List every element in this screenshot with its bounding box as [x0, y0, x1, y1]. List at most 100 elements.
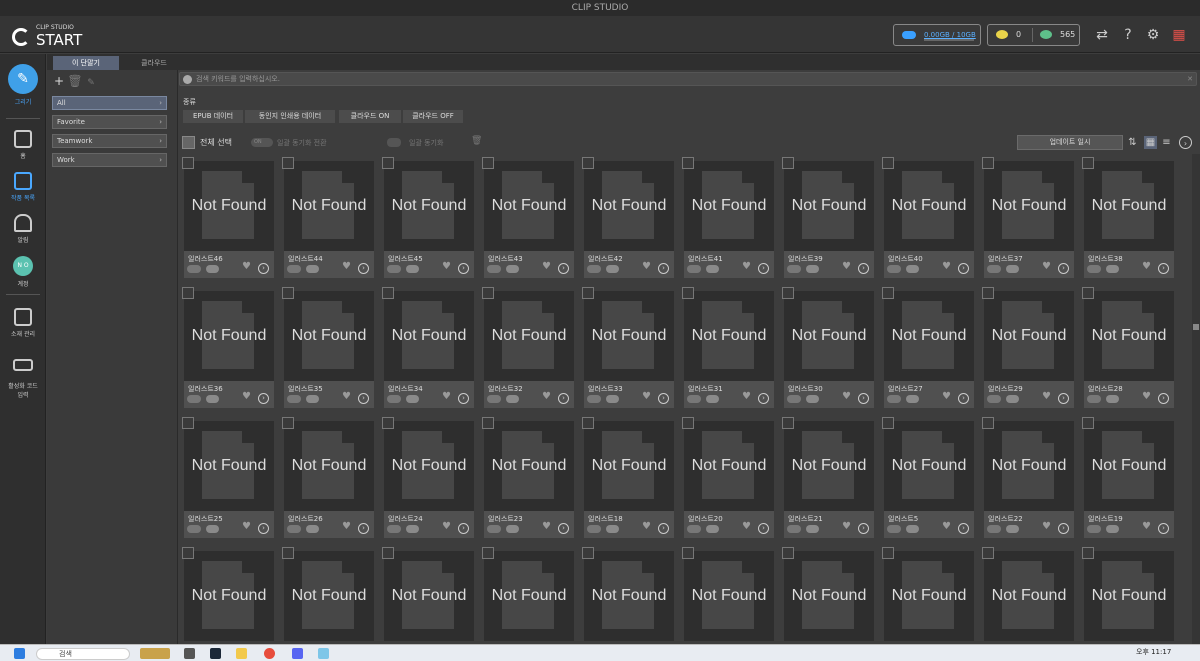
cloud-icon[interactable]: [406, 525, 419, 533]
artwork-card[interactable]: Not Found 일러스트45 ♥ ›: [379, 154, 474, 278]
chevron-right-icon[interactable]: ›: [958, 393, 969, 404]
artwork-thumbnail[interactable]: Not Found: [284, 421, 374, 511]
artwork-checkbox[interactable]: [382, 157, 394, 169]
artwork-card[interactable]: Not Found 일러스트24 ♥ ›: [379, 414, 474, 538]
cloud-icon[interactable]: [606, 395, 619, 403]
cloud-sync-toggle[interactable]: [387, 525, 401, 533]
artwork-checkbox[interactable]: [1082, 417, 1094, 429]
heart-icon[interactable]: ♥: [742, 261, 751, 272]
heart-icon[interactable]: ♥: [342, 391, 351, 402]
folder-item[interactable]: Teamwork ›: [52, 134, 167, 148]
artwork-card[interactable]: Not Found 일러스트32 ♥ ›: [479, 284, 574, 408]
chevron-right-icon[interactable]: ›: [858, 263, 869, 274]
artwork-thumbnail[interactable]: Not Found: [684, 421, 774, 511]
heart-icon[interactable]: ♥: [542, 521, 551, 532]
cloud-sync-toggle[interactable]: [587, 395, 601, 403]
chevron-right-icon[interactable]: ›: [258, 393, 269, 404]
artwork-thumbnail[interactable]: Not Found: [1084, 291, 1174, 381]
chevron-right-icon[interactable]: ›: [1179, 136, 1192, 149]
artwork-card[interactable]: Not Found: [579, 544, 674, 644]
artwork-checkbox[interactable]: [682, 157, 694, 169]
artwork-checkbox[interactable]: [1082, 287, 1094, 299]
heart-icon[interactable]: ♥: [642, 521, 651, 532]
cloud-sync-toggle[interactable]: [887, 525, 901, 533]
heart-icon[interactable]: ♥: [942, 391, 951, 402]
artwork-thumbnail[interactable]: Not Found: [584, 421, 674, 511]
chevron-right-icon[interactable]: ›: [258, 523, 269, 534]
artwork-thumbnail[interactable]: Not Found: [384, 161, 474, 251]
cloud-sync-toggle[interactable]: [987, 395, 1001, 403]
cloud-sync-toggle[interactable]: [987, 525, 1001, 533]
artwork-thumbnail[interactable]: Not Found: [784, 161, 874, 251]
chevron-right-icon[interactable]: ›: [758, 523, 769, 534]
cloud-icon[interactable]: [906, 525, 919, 533]
artwork-checkbox[interactable]: [282, 287, 294, 299]
artwork-checkbox[interactable]: [982, 417, 994, 429]
cloud-sync-toggle[interactable]: [387, 265, 401, 273]
heart-icon[interactable]: ♥: [1142, 261, 1151, 272]
cloud-icon[interactable]: [1006, 395, 1019, 403]
tab-device[interactable]: 이 단말기: [53, 56, 119, 70]
cloud-sync-toggle[interactable]: [487, 265, 501, 273]
cloud-icon[interactable]: [806, 395, 819, 403]
artwork-card[interactable]: Not Found 일러스트25 ♥ ›: [179, 414, 274, 538]
cloud-sync-toggle[interactable]: [1087, 395, 1101, 403]
filter-chip-cloud-off[interactable]: 클라우드 OFF: [403, 110, 463, 123]
artwork-checkbox[interactable]: [982, 157, 994, 169]
chevron-right-icon[interactable]: ›: [358, 523, 369, 534]
artwork-card[interactable]: Not Found 일러스트43 ♥ ›: [479, 154, 574, 278]
cloud-storage-indicator[interactable]: 0.00GB / 10GB: [893, 24, 981, 46]
artwork-card[interactable]: Not Found: [1079, 544, 1174, 644]
artwork-checkbox[interactable]: [582, 157, 594, 169]
artwork-thumbnail[interactable]: Not Found: [484, 161, 574, 251]
artwork-checkbox[interactable]: [182, 547, 194, 559]
nav-account[interactable]: N O 계정: [0, 256, 46, 288]
artwork-checkbox[interactable]: [382, 417, 394, 429]
cloud-sync-toggle[interactable]: [487, 395, 501, 403]
sort-order-icon[interactable]: ⇅: [1126, 136, 1139, 149]
cloud-icon[interactable]: [1106, 265, 1119, 273]
heart-icon[interactable]: ♥: [942, 521, 951, 532]
heart-icon[interactable]: ♥: [242, 391, 251, 402]
heart-icon[interactable]: ♥: [242, 521, 251, 532]
chevron-right-icon[interactable]: ›: [1058, 393, 1069, 404]
cloud-sync-toggle[interactable]: [1087, 525, 1101, 533]
chevron-right-icon[interactable]: ›: [958, 523, 969, 534]
artwork-thumbnail[interactable]: Not Found: [784, 551, 874, 641]
artwork-checkbox[interactable]: [582, 287, 594, 299]
artwork-checkbox[interactable]: [1082, 547, 1094, 559]
chevron-right-icon[interactable]: ›: [758, 393, 769, 404]
heart-icon[interactable]: ♥: [442, 261, 451, 272]
artwork-thumbnail[interactable]: Not Found: [884, 291, 974, 381]
artwork-checkbox[interactable]: [882, 417, 894, 429]
artwork-checkbox[interactable]: [782, 417, 794, 429]
chevron-right-icon[interactable]: ›: [458, 523, 469, 534]
scroll-thumb[interactable]: [1193, 324, 1199, 330]
artwork-checkbox[interactable]: [182, 287, 194, 299]
artwork-checkbox[interactable]: [282, 547, 294, 559]
artwork-thumbnail[interactable]: Not Found: [484, 291, 574, 381]
artwork-card[interactable]: Not Found 일러스트31 ♥ ›: [679, 284, 774, 408]
artwork-thumbnail[interactable]: Not Found: [884, 161, 974, 251]
cloud-icon[interactable]: [306, 265, 319, 273]
heart-icon[interactable]: ♥: [242, 261, 251, 272]
artwork-card[interactable]: Not Found 일러스트23 ♥ ›: [479, 414, 574, 538]
heart-icon[interactable]: ♥: [542, 391, 551, 402]
clip-studio-icon[interactable]: [318, 648, 329, 659]
artwork-thumbnail[interactable]: Not Found: [684, 291, 774, 381]
chevron-right-icon[interactable]: ›: [458, 393, 469, 404]
heart-icon[interactable]: ♥: [342, 521, 351, 532]
artwork-card[interactable]: Not Found 일러스트22 ♥ ›: [979, 414, 1074, 538]
artwork-checkbox[interactable]: [682, 287, 694, 299]
chevron-right-icon[interactable]: ›: [1158, 263, 1169, 274]
storage-text[interactable]: 0.00GB / 10GB: [924, 25, 976, 45]
nav-home[interactable]: 홈: [0, 130, 46, 160]
artwork-card[interactable]: Not Found 일러스트21 ♥ ›: [779, 414, 874, 538]
cloud-icon[interactable]: [406, 265, 419, 273]
close-icon[interactable]: ✕: [1187, 73, 1193, 85]
windows-start-icon[interactable]: [14, 648, 25, 659]
cloud-sync-toggle[interactable]: [387, 395, 401, 403]
grid-view-icon[interactable]: ▦: [1144, 136, 1157, 149]
artwork-card[interactable]: Not Found 일러스트19 ♥ ›: [1079, 414, 1174, 538]
artwork-thumbnail[interactable]: Not Found: [284, 551, 374, 641]
